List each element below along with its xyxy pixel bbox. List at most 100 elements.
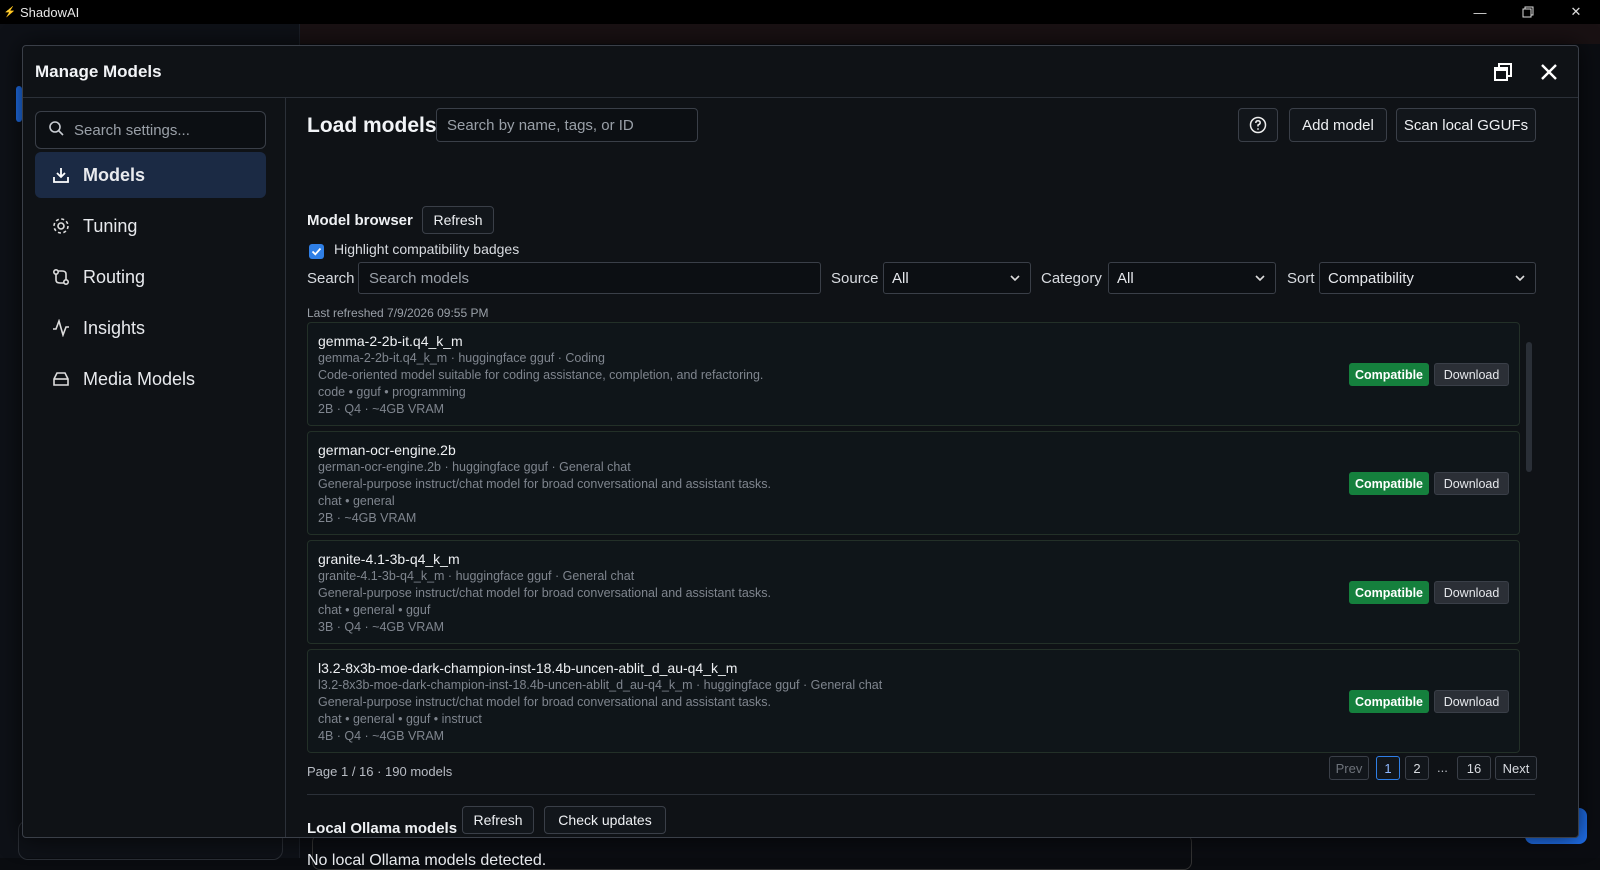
chevron-down-icon	[1010, 275, 1020, 282]
compatible-badge: Compatible	[1348, 472, 1429, 495]
model-description: General-purpose instruct/chat model for …	[318, 695, 772, 709]
page-title: Load models	[307, 114, 437, 137]
search-icon	[48, 120, 64, 141]
nav-item-label: Tuning	[83, 215, 138, 236]
chevron-down-icon	[1515, 275, 1525, 282]
check-updates-button[interactable]: Check updates	[544, 806, 666, 834]
settings-search[interactable]	[35, 111, 266, 149]
page-1-button[interactable]: 1	[1376, 756, 1400, 780]
page-info: Page 1 / 16 · 190 models	[307, 764, 453, 779]
model-tags: chat • general • gguf • instruct	[318, 712, 482, 726]
add-model-button[interactable]: Add model	[1289, 108, 1387, 142]
help-icon	[1249, 116, 1267, 134]
nav-item-models[interactable]: Models	[35, 152, 266, 198]
activity-icon	[51, 318, 71, 338]
compatible-badge: Compatible	[1348, 363, 1429, 386]
routing-icon	[51, 267, 71, 287]
nav-item-tuning[interactable]: Tuning	[35, 203, 266, 249]
compatible-badge: Compatible	[1348, 581, 1429, 604]
model-meta: l3.2-8x3b-moe-dark-champion-inst-18.4b-u…	[318, 678, 883, 692]
close-window-icon[interactable]: ✕	[1552, 0, 1600, 24]
source-value: All	[892, 269, 909, 287]
drive-icon	[51, 369, 71, 389]
model-specs: 4B · Q4 · ~4GB VRAM	[318, 729, 445, 743]
background-strip	[300, 24, 1600, 44]
category-label: Category	[1041, 270, 1102, 287]
compatible-badge: Compatible	[1348, 690, 1429, 713]
dialog-title: Manage Models	[35, 61, 162, 81]
nav-item-media-models[interactable]: Media Models	[35, 356, 266, 402]
settings-nav: Models Tuning Routing Insights Media Mod…	[23, 98, 286, 837]
nav-item-label: Routing	[83, 266, 146, 287]
ollama-refresh-button[interactable]: Refresh	[462, 806, 534, 834]
download-icon	[51, 165, 71, 185]
model-name: gemma-2-2b-it.q4_k_m	[318, 333, 463, 349]
model-name: german-ocr-engine.2b	[318, 442, 456, 458]
search-models-field[interactable]	[358, 262, 821, 294]
model-card[interactable]: granite-4.1-3b-q4_k_m granite-4.1-3b-q4_…	[307, 540, 1520, 644]
source-select[interactable]: All	[883, 262, 1031, 294]
highlight-badges-checkbox[interactable]	[309, 244, 324, 259]
popout-icon[interactable]	[1490, 59, 1516, 85]
download-button[interactable]: Download	[1434, 363, 1509, 386]
settings-search-input[interactable]	[74, 121, 254, 139]
model-card[interactable]: l3.2-8x3b-moe-dark-champion-inst-18.4b-u…	[307, 649, 1520, 753]
model-description: Code-oriented model suitable for coding …	[318, 368, 764, 382]
nav-item-insights[interactable]: Insights	[35, 305, 266, 351]
local-ollama-label: Local Ollama models	[307, 820, 458, 837]
model-id-search-input[interactable]	[436, 108, 698, 142]
model-list-scrollbar[interactable]	[1524, 330, 1534, 750]
manage-models-dialog: Manage Models Models Tuning	[22, 45, 1579, 869]
model-browser-label: Model browser	[307, 212, 413, 229]
next-page-button[interactable]: Next	[1495, 756, 1537, 780]
gear-icon	[51, 216, 71, 236]
model-tags: chat • general • gguf	[318, 603, 431, 617]
nav-item-label: Media Models	[83, 368, 196, 389]
category-select[interactable]: All	[1108, 262, 1276, 294]
page-16-button[interactable]: 16	[1457, 756, 1491, 780]
model-tags: chat • general	[318, 494, 395, 508]
model-specs: 2B · ~4GB VRAM	[318, 511, 417, 525]
scroll-thumb[interactable]	[1526, 342, 1532, 472]
model-card[interactable]: german-ocr-engine.2b german-ocr-engine.2…	[307, 431, 1520, 535]
nav-item-routing[interactable]: Routing	[35, 254, 266, 300]
nav-item-label: Models	[83, 164, 146, 185]
window-controls: — ✕	[1456, 0, 1600, 24]
download-button[interactable]: Download	[1434, 581, 1509, 604]
chevron-down-icon	[1255, 275, 1265, 282]
download-button[interactable]: Download	[1434, 690, 1509, 713]
sort-select[interactable]: Compatibility	[1319, 262, 1536, 294]
prev-page-button[interactable]: Prev	[1329, 756, 1369, 780]
model-specs: 3B · Q4 · ~4GB VRAM	[318, 620, 445, 634]
model-browser-refresh-button[interactable]: Refresh	[422, 206, 494, 234]
title-bar: ⚡ ShadowAI — ✕	[0, 0, 1600, 24]
section-divider	[307, 794, 1535, 795]
restore-icon[interactable]	[1504, 0, 1552, 24]
model-card[interactable]: gemma-2-2b-it.q4_k_m gemma-2-2b-it.q4_k_…	[307, 322, 1520, 426]
model-description: General-purpose instruct/chat model for …	[318, 586, 772, 600]
last-refreshed: Last refreshed 7/9/2026 09:55 PM	[307, 306, 489, 320]
source-label: Source	[831, 270, 879, 287]
highlight-badges-label: Highlight compatibility badges	[334, 241, 520, 257]
dialog-header: Manage Models	[23, 46, 1578, 98]
help-button[interactable]	[1238, 108, 1278, 142]
nav-item-label: Insights	[83, 317, 146, 338]
model-specs: 2B · Q4 · ~4GB VRAM	[318, 402, 445, 416]
download-button[interactable]: Download	[1434, 472, 1509, 495]
search-models-input[interactable]	[367, 269, 820, 287]
category-value: All	[1117, 269, 1134, 287]
model-tags: code • gguf • programming	[318, 385, 466, 399]
app-icon: ⚡	[3, 6, 17, 18]
pagination-ellipsis: ...	[1437, 760, 1448, 775]
scan-local-ggufs-button[interactable]: Scan local GGUFs	[1396, 108, 1536, 142]
model-meta: granite-4.1-3b-q4_k_m · huggingface gguf…	[318, 569, 635, 583]
close-dialog-icon[interactable]	[1536, 59, 1562, 85]
minimize-icon[interactable]: —	[1456, 0, 1504, 24]
models-content: Load models Add model Scan local GGUFs M…	[307, 98, 1557, 869]
sort-label: Sort	[1287, 270, 1315, 287]
model-meta: german-ocr-engine.2b · huggingface gguf …	[318, 460, 631, 474]
model-description: General-purpose instruct/chat model for …	[318, 477, 772, 491]
search-label: Search	[307, 270, 355, 287]
model-name: l3.2-8x3b-moe-dark-champion-inst-18.4b-u…	[318, 660, 738, 676]
page-2-button[interactable]: 2	[1405, 756, 1429, 780]
